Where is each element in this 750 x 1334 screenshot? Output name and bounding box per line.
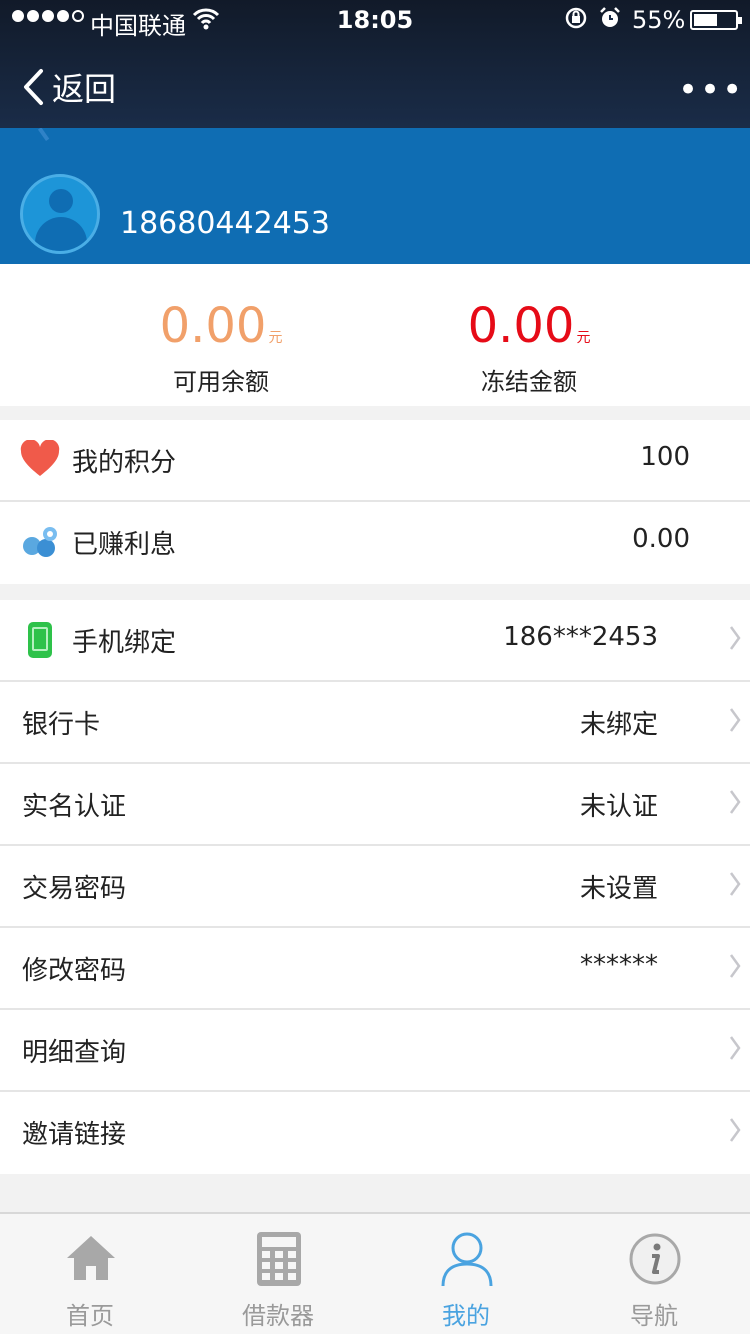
user-icon [441,1232,493,1287]
avatar-body-shape [35,217,87,251]
change-password-label: 修改密码 [22,956,127,986]
frozen-unit: 元 [576,330,591,346]
available-unit: 元 [268,330,283,346]
list-item-trade-password[interactable]: 交易密码 未设置 [0,846,750,928]
frozen-label: 冻结金额 [481,368,577,396]
list-item-change-password[interactable]: 修改密码 ****** [0,928,750,1010]
frozen-amount: 0.00 [467,298,575,354]
real-name-value: 未认证 [579,792,658,822]
battery-icon [690,10,742,30]
chevron-right-icon [729,954,741,978]
alarm-icon [600,7,620,27]
ghost-artifact [37,128,65,142]
interest-label: 已赚利息 [72,530,177,560]
calculator-icon [257,1232,301,1286]
change-password-value: ****** [580,950,658,980]
heart-icon [20,439,60,480]
mobile-phone-icon [20,620,60,660]
tab-mine[interactable]: 我的 [396,1214,536,1334]
trade-password-value: 未设置 [579,874,658,904]
home-icon [67,1236,115,1280]
tab-home-label: 首页 [66,1302,114,1330]
phone-binding-value: 186***2453 [503,622,658,652]
chevron-right-icon [729,1118,741,1142]
bank-card-label: 银行卡 [22,710,101,740]
rotation-lock-icon [565,7,587,29]
chevron-right-icon [729,708,741,732]
chevron-right-icon [729,1036,741,1060]
list-item-points: 我的积分 100 [0,420,750,502]
top-bar: 中国联通 18:05 55% 返回 ••• [0,0,750,128]
available-balance: 0.00 元 可用余额 [96,298,346,397]
avatar[interactable] [20,174,100,254]
interest-value: 0.00 [632,524,690,554]
stats-group: 我的积分 100 已赚利息 0.00 [0,420,750,584]
balance-panel: 0.00 元 可用余额 0.00 元 冻结金额 [0,264,750,406]
chevron-right-icon [729,626,741,650]
phone-binding-label: 手机绑定 [72,628,177,658]
details-query-label: 明细查询 [22,1038,127,1068]
account-group: 手机绑定 186***2453 银行卡 未绑定 实名认证 未认证 交易密码 未设… [0,600,750,1174]
chevron-right-icon [729,790,741,814]
tab-guide-label: 导航 [630,1302,678,1330]
tab-bar: 首页 借款器 我的 导航 [0,1212,750,1334]
tab-guide[interactable]: 导航 [584,1214,724,1334]
tab-calculator[interactable]: 借款器 [208,1214,348,1334]
tab-home[interactable]: 首页 [20,1214,160,1334]
real-name-label: 实名认证 [22,792,127,822]
profile-header: 18680442453 [0,128,750,264]
tab-calculator-label: 借款器 [242,1302,314,1330]
more-options-button[interactable]: ••• [678,70,744,110]
avatar-head-shape [49,189,73,213]
trade-password-label: 交易密码 [22,874,127,904]
available-label: 可用余额 [173,368,269,396]
invite-link-label: 邀请链接 [22,1120,127,1150]
chevron-left-icon [24,69,43,105]
list-item-phone-binding[interactable]: 手机绑定 186***2453 [0,600,750,682]
list-item-real-name[interactable]: 实名认证 未认证 [0,764,750,846]
user-phone-number: 18680442453 [120,206,330,241]
info-icon [629,1233,681,1285]
tab-mine-label: 我的 [442,1302,490,1330]
coins-icon [20,522,60,562]
battery-percent: 55% [632,6,686,34]
available-amount: 0.00 [159,298,267,354]
list-item-details-query[interactable]: 明细查询 [0,1010,750,1092]
list-item-interest: 已赚利息 0.00 [0,502,750,584]
points-label: 我的积分 [72,448,177,478]
list-item-invite-link[interactable]: 邀请链接 [0,1092,750,1174]
back-button[interactable]: 返回 [22,64,116,110]
bank-card-value: 未绑定 [579,710,658,740]
status-bar: 中国联通 18:05 55% [0,0,750,40]
frozen-balance: 0.00 元 冻结金额 [404,298,654,397]
status-icons [564,6,622,30]
points-value: 100 [640,442,690,472]
chevron-right-icon [729,872,741,896]
back-label: 返回 [52,70,117,108]
list-item-bank-card[interactable]: 银行卡 未绑定 [0,682,750,764]
